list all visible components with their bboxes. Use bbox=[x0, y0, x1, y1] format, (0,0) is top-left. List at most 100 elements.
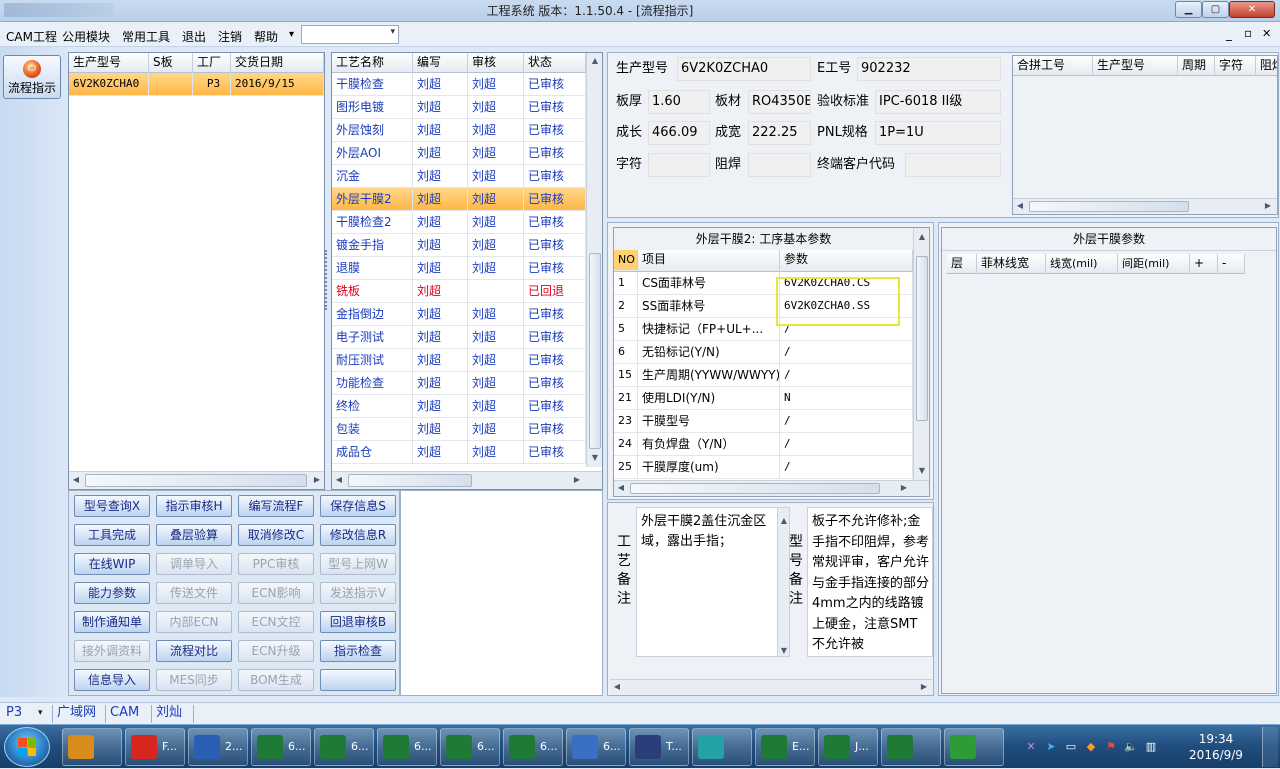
taskbar-app-button[interactable]: 6... bbox=[314, 728, 374, 766]
action-button[interactable]: 内部ECN bbox=[156, 611, 232, 633]
taskbar-app-button[interactable] bbox=[944, 728, 1004, 766]
params-vscrollbar[interactable]: ▲ ▼ bbox=[913, 228, 929, 480]
process-row[interactable]: 外层AOI 刘超 刘超 已审核 bbox=[332, 142, 586, 165]
process-row[interactable]: 铣板 刘超 已回退 bbox=[332, 280, 586, 303]
action-button[interactable]: 保存信息S bbox=[320, 495, 396, 517]
col-merge-mask[interactable]: 阻焊 bbox=[1256, 56, 1277, 75]
process-row[interactable]: 终检 刘超 刘超 已审核 bbox=[332, 395, 586, 418]
volume-icon[interactable]: 🔈 bbox=[1124, 740, 1138, 754]
menu-exit[interactable]: 退出 bbox=[182, 28, 206, 45]
param-row[interactable]: 24 有负焊盘（Y/N） / bbox=[614, 433, 913, 456]
remove-column-button[interactable]: - bbox=[1218, 254, 1245, 274]
tray-flag-icon[interactable]: ⚑ bbox=[1104, 740, 1118, 754]
param-row[interactable]: 15 生产周期(YYWW/WWYY) / bbox=[614, 364, 913, 387]
col-reviewer[interactable]: 审核 bbox=[468, 53, 524, 73]
material-field[interactable]: RO4350B bbox=[748, 90, 811, 114]
menu-tools[interactable]: 常用工具 bbox=[122, 28, 170, 45]
splitter-handle[interactable] bbox=[325, 250, 329, 310]
col-merge-model[interactable]: 生产型号 bbox=[1093, 56, 1178, 75]
taskbar-app-button[interactable] bbox=[692, 728, 752, 766]
network-icon[interactable]: ▥ bbox=[1144, 740, 1158, 754]
col-no[interactable]: NO bbox=[614, 250, 638, 270]
menu-public-module[interactable]: 公用模块 bbox=[62, 28, 110, 45]
action-button[interactable]: 修改信息R bbox=[320, 524, 396, 546]
col-writer[interactable]: 编写 bbox=[413, 53, 468, 73]
taskbar-app-button[interactable]: 6... bbox=[566, 728, 626, 766]
col-delivery[interactable]: 交货日期 bbox=[231, 53, 324, 73]
col-item[interactable]: 项目 bbox=[638, 250, 780, 270]
action-button[interactable]: 发送指示V bbox=[320, 582, 396, 604]
process-row[interactable]: 成品仓 刘超 刘超 已审核 bbox=[332, 441, 586, 464]
chevron-down-icon[interactable]: ▾ bbox=[289, 29, 294, 40]
col-merge-char[interactable]: 字符 bbox=[1215, 56, 1256, 75]
process-row[interactable]: 沉金 刘超 刘超 已审核 bbox=[332, 165, 586, 188]
process-row[interactable]: 外层蚀刻 刘超 刘超 已审核 bbox=[332, 119, 586, 142]
taskbar-app-button[interactable]: F... bbox=[125, 728, 185, 766]
param-row[interactable]: 6 无铅标记(Y/N) / bbox=[614, 341, 913, 364]
process-hscrollbar[interactable]: ◀ ▶ bbox=[332, 471, 602, 489]
col-merge-no[interactable]: 合拼工号 bbox=[1013, 56, 1093, 75]
action-button[interactable]: 指示审核H bbox=[156, 495, 232, 517]
merged-hscrollbar[interactable]: ◀ ▶ bbox=[1013, 198, 1277, 214]
taskbar-app-button[interactable]: E... bbox=[755, 728, 815, 766]
factory-selector[interactable]: P3 ▾ bbox=[2, 705, 50, 723]
action-button[interactable]: 传送文件 bbox=[156, 582, 232, 604]
col-process-name[interactable]: 工艺名称 bbox=[332, 53, 413, 73]
model-field[interactable]: 6V2K0ZCHA0 bbox=[677, 57, 811, 81]
orders-scroll-thumb[interactable] bbox=[85, 474, 307, 487]
process-note-textarea[interactable]: 外层干膜2盖住沉金区域，露出手指； ▲ ▼ bbox=[636, 507, 790, 657]
col-merge-cycle[interactable]: 周期 bbox=[1178, 56, 1215, 75]
action-button[interactable]: 编写流程F bbox=[238, 495, 314, 517]
process-row[interactable]: 电子测试 刘超 刘超 已审核 bbox=[332, 326, 586, 349]
tray-device-icon[interactable]: ▭ bbox=[1064, 740, 1078, 754]
params-hscrollbar[interactable]: ◀ ▶ bbox=[614, 480, 929, 496]
action-button[interactable]: ECN影响 bbox=[238, 582, 314, 604]
action-button[interactable]: 取消修改C bbox=[238, 524, 314, 546]
merged-scroll-thumb[interactable] bbox=[1029, 201, 1189, 212]
action-button[interactable]: 叠层验算 bbox=[156, 524, 232, 546]
maximize-button[interactable]: ▢ bbox=[1202, 1, 1229, 18]
width-field[interactable]: 222.25 bbox=[748, 121, 811, 145]
col-spacing[interactable]: 间距(mil) bbox=[1118, 254, 1190, 274]
menu-logout[interactable]: 注销 bbox=[218, 28, 242, 45]
action-button[interactable]: 信息导入 bbox=[74, 669, 150, 691]
action-button[interactable]: 在线WIP bbox=[74, 553, 150, 575]
params-hscroll-thumb[interactable] bbox=[630, 483, 880, 494]
taskbar-app-button[interactable] bbox=[881, 728, 941, 766]
taskbar-app-button[interactable]: J... bbox=[818, 728, 878, 766]
clock[interactable]: 19:34 2016/9/9 bbox=[1180, 731, 1252, 763]
process-scroll-thumb[interactable] bbox=[589, 253, 601, 449]
flow-indicator-button[interactable]: ⏻ 流程指示 bbox=[3, 55, 61, 99]
taskbar-app-button[interactable]: 6... bbox=[440, 728, 500, 766]
minimize-button[interactable]: ▁ bbox=[1175, 1, 1202, 18]
action-button[interactable]: 能力参数 bbox=[74, 582, 150, 604]
action-button[interactable]: BOM生成 bbox=[238, 669, 314, 691]
show-desktop-button[interactable] bbox=[1262, 727, 1278, 767]
menu-combo[interactable]: ▾ bbox=[301, 25, 399, 44]
order-row[interactable]: 6V2K0ZCHA0 P3 2016/9/15 bbox=[69, 73, 324, 96]
taskbar-app-button[interactable]: T... bbox=[629, 728, 689, 766]
taskbar-app-button[interactable] bbox=[62, 728, 122, 766]
col-layer[interactable]: 层 bbox=[947, 254, 977, 274]
taskbar-app-button[interactable]: 2... bbox=[188, 728, 248, 766]
action-button[interactable]: 指示检查 bbox=[320, 640, 396, 662]
action-button[interactable]: 接外调资料 bbox=[74, 640, 150, 662]
taskbar-app-button[interactable]: 6... bbox=[377, 728, 437, 766]
action-button[interactable]: MES同步 bbox=[156, 669, 232, 691]
action-button[interactable] bbox=[320, 669, 396, 691]
process-row[interactable]: 金指倒边 刘超 刘超 已审核 bbox=[332, 303, 586, 326]
mdi-restore-button[interactable]: ▫ bbox=[1244, 26, 1252, 40]
col-s-board[interactable]: S板 bbox=[149, 53, 193, 73]
param-row[interactable]: 23 干膜型号 / bbox=[614, 410, 913, 433]
process-hscroll-thumb[interactable] bbox=[348, 474, 472, 487]
action-button[interactable]: 调单导入 bbox=[156, 553, 232, 575]
close-button[interactable]: ✕ bbox=[1229, 1, 1275, 18]
process-row[interactable]: 包装 刘超 刘超 已审核 bbox=[332, 418, 586, 441]
model-note-textarea[interactable]: 板子不允许修补;金手指不印阻焊，参考常规评审，客户允许与金手指连接的部分4mm之… bbox=[807, 507, 933, 657]
process-row[interactable]: 干膜检查 刘超 刘超 已审核 bbox=[332, 73, 586, 96]
add-column-button[interactable]: + bbox=[1190, 254, 1218, 274]
col-param[interactable]: 参数 bbox=[780, 250, 913, 270]
col-status[interactable]: 状态 bbox=[524, 53, 586, 73]
action-button[interactable]: 型号上网W bbox=[320, 553, 396, 575]
action-button[interactable]: ECN升级 bbox=[238, 640, 314, 662]
